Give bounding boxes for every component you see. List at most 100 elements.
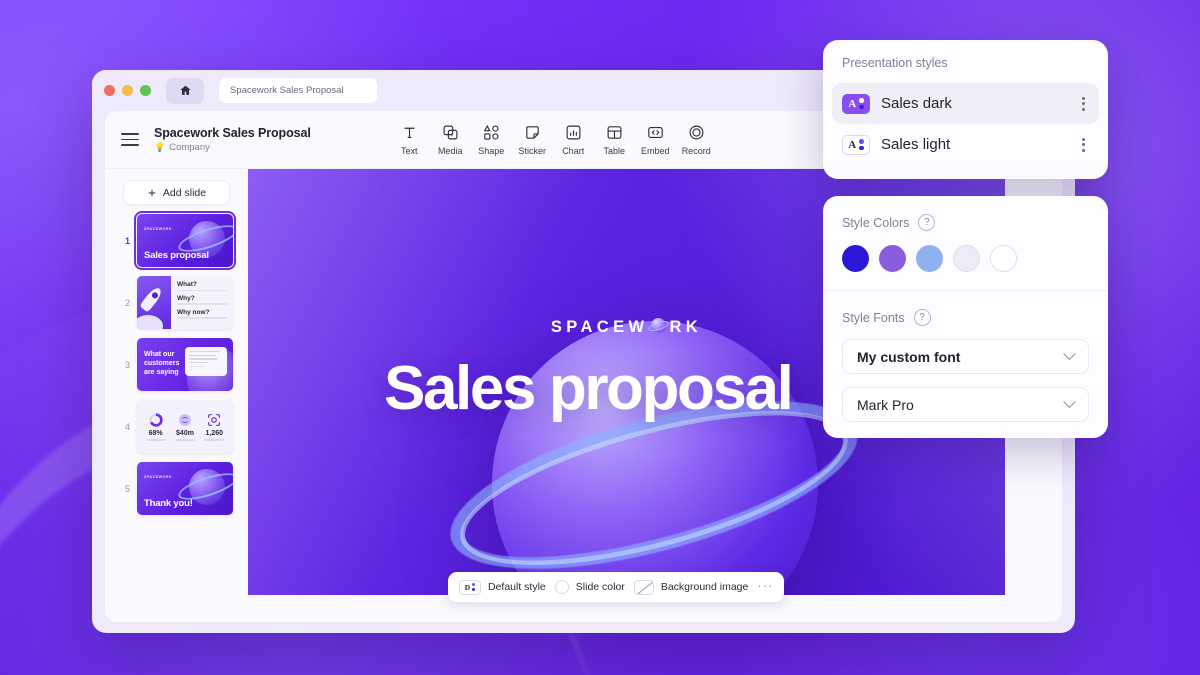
slide-thumbnail-row[interactable]: 4 68% $40m 1,260 [120,400,233,453]
slide-number: 1 [124,235,130,246]
color-swatch-3[interactable] [916,245,943,272]
slide-logo: SPACEWORK [144,227,172,231]
background-image-label: Background image [660,581,749,593]
planet-icon [647,317,671,336]
presentation-styles-panel: Presentation styles A Sales dark A Sales… [823,40,1108,179]
chevron-down-icon [1063,395,1076,409]
slide-thumbnail-row[interactable]: 3 What our customers are saying [120,338,233,391]
shape-icon [483,123,500,142]
slide-title: Thank you! [144,498,193,509]
lightbulb-icon: 💡 [154,142,166,152]
minimize-window-button[interactable] [122,85,133,96]
style-name: Sales light [881,136,951,153]
tool-label: Shape [478,146,505,156]
style-colors-section-header: Style Colors ? [823,214,1108,231]
stat-value: 68% [148,430,163,438]
secondary-font-select[interactable]: Mark Pro [842,387,1089,422]
window-controls[interactable] [104,85,151,96]
color-swatch-1[interactable] [842,245,869,272]
coin-icon [178,414,191,427]
slide-question: Why? [177,294,195,302]
scan-icon [208,414,221,427]
document-meta: Spacework Sales Proposal 💡 Company [154,126,311,153]
slide-question: Why now? [177,308,210,316]
tool-table[interactable]: Table [594,123,635,156]
tool-media[interactable]: Media [430,123,471,156]
sticker-icon [524,123,541,142]
slide-number: 4 [124,421,130,432]
slide-thumbnail-1[interactable]: SPACEWORK Sales proposal [133,210,237,271]
document-workspace[interactable]: 💡 Company [154,142,311,153]
address-bar[interactable]: Spacework Sales Proposal [219,78,377,103]
maximize-window-button[interactable] [140,85,151,96]
style-item-sales-light[interactable]: A Sales light [832,124,1099,165]
slide-thumbnail-3[interactable]: What our customers are saying [137,338,233,391]
slide-question: What? [177,281,197,288]
slide-thumbnail-5[interactable]: SPACEWORK Thank you! [137,462,233,515]
style-chip-letter: A [848,138,857,151]
color-swatch-5[interactable] [990,245,1017,272]
style-chip-letter: D [464,582,471,592]
rocket-icon [137,276,171,329]
primary-font-select[interactable]: My custom font [842,339,1089,374]
quote-bubble [185,347,227,376]
style-options-button[interactable] [1078,93,1089,115]
background-image-button[interactable]: Background image [633,579,749,595]
style-chip-icon: A [842,93,870,114]
planet-illustration [434,301,874,595]
tool-label: Table [603,146,625,156]
stat-item: 1,260 [204,412,225,441]
stat-value: $40m [176,430,194,438]
default-style-label: Default style [488,581,546,593]
slide-logo: SPACEWORK [144,475,172,479]
slide-headline[interactable]: Sales proposal [384,353,794,424]
add-slide-button[interactable]: Add slide [123,180,230,205]
table-icon [606,123,623,142]
stat-value: 1,260 [205,430,224,438]
hamburger-menu-icon[interactable] [121,132,139,147]
tool-label: Embed [640,146,670,156]
slide-logo-pre: SPACEW [550,318,649,336]
slide-thumbnail-row[interactable]: 1 SPACEWORK Sales proposal [120,210,237,271]
home-button[interactable] [166,77,204,104]
slide-style-toolbar: D Default style Slide color Background i… [448,572,785,602]
slide-number: 3 [124,359,130,370]
slide-thumbnail-4[interactable]: 68% $40m 1,260 [137,400,233,453]
tool-sticker[interactable]: Sticker [512,123,553,156]
style-options-button[interactable] [1078,134,1089,156]
slide-color-button[interactable]: Slide color [554,580,625,594]
tool-record[interactable]: Record [676,123,717,156]
chevron-down-icon [1063,347,1076,361]
slide-color-label: Slide color [575,581,625,593]
close-window-button[interactable] [104,85,115,96]
add-slide-label: Add slide [162,186,207,199]
workspace-label: Company [169,142,210,153]
donut-icon [148,413,163,427]
tool-text[interactable]: Text [389,123,430,156]
text-icon [401,123,418,142]
slide-thumbnail-row[interactable]: 5 SPACEWORK Thank you! [120,462,233,515]
default-style-button[interactable]: D Default style [459,579,546,595]
embed-icon [647,123,664,142]
help-icon[interactable]: ? [913,309,931,326]
tool-embed[interactable]: Embed [635,123,676,156]
color-swatch-icon [554,580,569,594]
slide-number: 5 [124,483,130,494]
tool-label: Media [437,146,463,156]
tool-shape[interactable]: Shape [471,123,512,156]
more-options-button[interactable]: ··· [757,578,773,597]
presentation-styles-heading: Presentation styles [842,56,948,70]
tool-label: Chart [562,146,585,156]
style-item-sales-dark[interactable]: A Sales dark [832,83,1099,124]
slide-thumbnail-row[interactable]: 2 What? Why? Why now? [120,276,233,329]
style-settings-panel: Style Colors ? Style Fonts ? My custom f… [823,196,1108,438]
plus-icon [148,189,156,196]
color-swatch-2[interactable] [879,245,906,272]
color-swatch-4[interactable] [953,245,980,272]
tool-chart[interactable]: Chart [553,123,594,156]
style-fonts-section-header: Style Fonts ? [823,291,1108,326]
slide-title: What our customers are saying [144,351,180,376]
slide-logo-post: RK [669,318,703,336]
help-icon[interactable]: ? [918,214,936,231]
slide-thumbnail-2[interactable]: What? Why? Why now? [137,276,233,329]
